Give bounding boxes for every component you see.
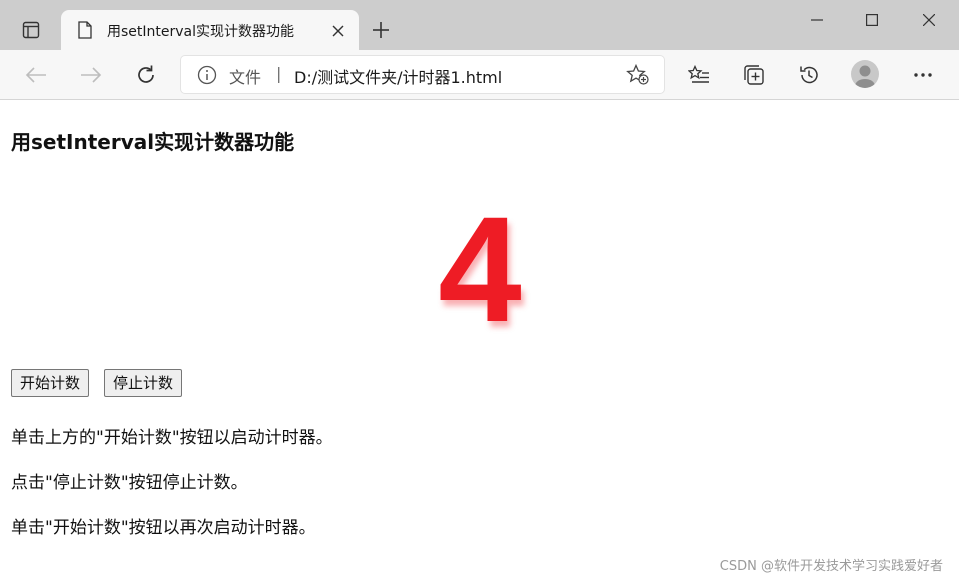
minimize-icon[interactable]: [790, 0, 844, 40]
profile-avatar[interactable]: [851, 60, 879, 88]
instruction-start: 单击上方的"开始计数"按钮以启动计时器。: [11, 428, 333, 448]
back-arrow-icon[interactable]: [19, 59, 53, 91]
forward-arrow-icon[interactable]: [74, 59, 108, 91]
tab-strip: 用setInterval实现计数器功能: [0, 0, 959, 50]
collections-icon[interactable]: [737, 59, 771, 91]
stop-count-button[interactable]: 停止计数: [104, 369, 183, 397]
close-icon[interactable]: [327, 20, 349, 42]
more-icon[interactable]: [906, 59, 940, 91]
instruction-stop: 点击"停止计数"按钮停止计数。: [11, 473, 248, 493]
site-info-label[interactable]: 文件: [229, 64, 261, 88]
plus-icon[interactable]: [366, 15, 396, 45]
browser-window: 用setInterval实现计数器功能 文件 | D:/测试文件夹/计时器1.h…: [0, 0, 959, 580]
address-bar[interactable]: 文件 | D:/测试文件夹/计时器1.html: [181, 56, 664, 93]
browser-toolbar: 文件 | D:/测试文件夹/计时器1.html: [0, 50, 959, 100]
start-count-button[interactable]: 开始计数: [11, 369, 90, 397]
maximize-icon[interactable]: [845, 0, 899, 40]
page-icon: [77, 20, 93, 40]
watermark: CSDN @软件开发技术学习实践爱好者: [719, 559, 943, 574]
history-icon[interactable]: [792, 59, 826, 91]
refresh-icon[interactable]: [129, 59, 163, 91]
window-close-icon[interactable]: [902, 0, 956, 40]
browser-tab[interactable]: 用setInterval实现计数器功能: [61, 10, 359, 50]
tab-actions-icon[interactable]: [14, 15, 48, 45]
page-content: 用setInterval实现计数器功能 4 开始计数 停止计数 单击上方的"开始…: [0, 100, 959, 580]
info-icon[interactable]: [197, 65, 217, 85]
favorites-icon[interactable]: [682, 59, 716, 91]
instruction-restart: 单击"开始计数"按钮以再次启动计时器。: [11, 518, 316, 538]
address-separator: |: [276, 64, 282, 83]
url-text[interactable]: D:/测试文件夹/计时器1.html: [294, 64, 502, 88]
tab-title: 用setInterval实现计数器功能: [107, 24, 295, 40]
page-title: 用setInterval实现计数器功能: [11, 130, 295, 154]
star-add-icon[interactable]: [625, 63, 651, 87]
counter-display: 4: [438, 185, 522, 353]
